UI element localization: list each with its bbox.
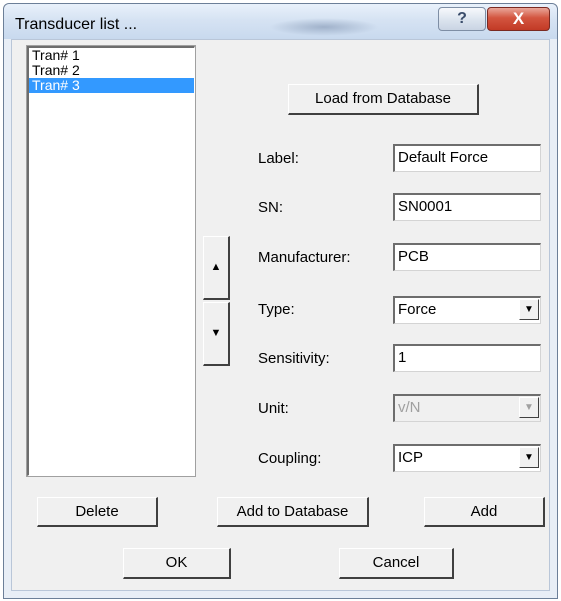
title-glow [269, 18, 379, 36]
type-value: Force [398, 301, 437, 318]
add-to-database-button[interactable]: Add to Database [217, 497, 369, 527]
cancel-label: Cancel [372, 554, 420, 571]
coupling-value: ICP [398, 449, 424, 466]
manufacturer-value: PCB [398, 248, 429, 265]
close-icon: X [512, 9, 525, 28]
manufacturer-field[interactable]: PCB [393, 243, 541, 271]
load-from-database-button[interactable]: Load from Database [288, 84, 479, 115]
sn-field[interactable]: SN0001 [393, 193, 541, 221]
ok-button[interactable]: OK [123, 548, 231, 579]
unit-value: v/N [398, 399, 421, 416]
add-button[interactable]: Add [424, 497, 545, 527]
load-from-database-label: Load from Database [315, 90, 451, 107]
ok-label: OK [165, 554, 188, 571]
type-caption: Type: [258, 301, 295, 318]
sn-caption: SN: [258, 199, 284, 216]
unit-select: v/N ▼ [393, 394, 541, 422]
move-up-button[interactable]: ▲ [203, 236, 230, 300]
help-button[interactable]: ? [438, 7, 486, 31]
down-arrow-icon: ▼ [210, 327, 222, 339]
add-to-database-label: Add to Database [236, 503, 349, 520]
sensitivity-value: 1 [398, 349, 407, 366]
label-caption: Label: [258, 150, 299, 167]
list-item-tran-2[interactable]: Tran# 2 [29, 63, 194, 78]
move-down-button[interactable]: ▼ [203, 302, 230, 366]
list-item-tran-1[interactable]: Tran# 1 [29, 48, 194, 63]
unit-caption: Unit: [258, 400, 289, 417]
sensitivity-field[interactable]: 1 [393, 344, 541, 372]
add-label: Add [470, 503, 498, 520]
delete-label: Delete [75, 503, 119, 520]
sn-value: SN0001 [398, 198, 453, 215]
sensitivity-caption: Sensitivity: [258, 350, 330, 367]
cancel-button[interactable]: Cancel [339, 548, 454, 579]
type-select[interactable]: Force ▼ [393, 296, 541, 324]
up-arrow-icon: ▲ [210, 261, 222, 273]
manufacturer-caption: Manufacturer: [258, 249, 351, 266]
close-button[interactable]: X [487, 7, 550, 31]
title-bar[interactable]: Transducer list ... ? X [4, 4, 557, 39]
label-field[interactable]: Default Force [393, 144, 541, 172]
coupling-select[interactable]: ICP ▼ [393, 444, 541, 472]
window-title: Transducer list ... [15, 16, 138, 33]
coupling-dropdown-icon[interactable]: ▼ [519, 447, 539, 468]
list-item-tran-3[interactable]: Tran# 3 [29, 78, 194, 93]
unit-dropdown-icon: ▼ [519, 397, 539, 418]
transducer-listbox[interactable]: Tran# 1 Tran# 2 Tran# 3 [26, 45, 196, 477]
type-dropdown-icon[interactable]: ▼ [519, 299, 539, 320]
delete-button[interactable]: Delete [37, 497, 158, 527]
label-value: Default Force [398, 149, 489, 166]
question-icon: ? [457, 10, 467, 27]
coupling-caption: Coupling: [258, 450, 322, 467]
